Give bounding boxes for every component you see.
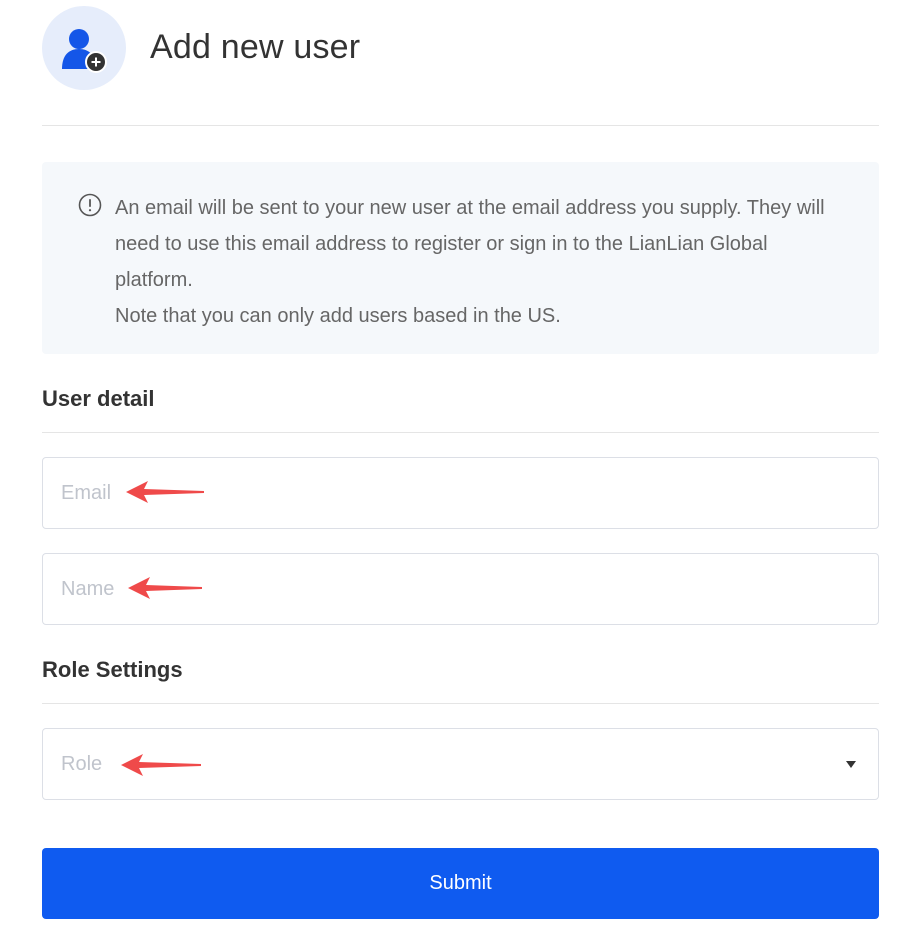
annotation-arrow <box>121 754 201 776</box>
chevron-down-icon[interactable] <box>846 761 856 768</box>
page-header: Add new user <box>42 5 360 90</box>
add-user-avatar <box>42 5 126 90</box>
annotation-arrow <box>126 481 204 503</box>
header-divider <box>42 125 879 126</box>
role-settings-divider <box>42 703 879 704</box>
notice-text: An email will be sent to your new user a… <box>115 197 825 291</box>
role-settings-heading: Role Settings <box>42 657 183 682</box>
user-detail-heading: User detail <box>42 386 155 411</box>
notice-note: Note that you can only add users based i… <box>115 305 561 327</box>
user-detail-divider <box>42 432 879 433</box>
role-placeholder: Role <box>61 753 103 775</box>
submit-button[interactable]: Submit <box>42 848 879 919</box>
page-title: Add new user <box>150 28 361 66</box>
add-user-icon <box>62 28 107 73</box>
info-icon <box>78 193 102 217</box>
annotation-arrow <box>128 577 202 599</box>
info-notice: An email will be sent to your new user a… <box>42 162 879 354</box>
